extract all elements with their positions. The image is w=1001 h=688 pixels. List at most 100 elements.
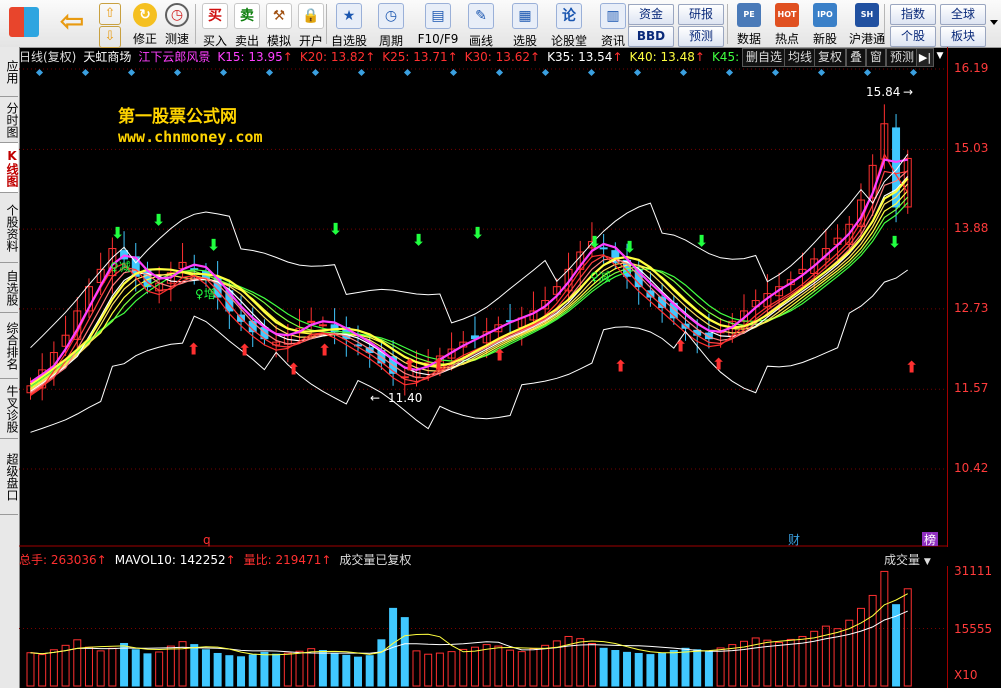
sector-button[interactable]: 板块 bbox=[940, 26, 986, 47]
toolbar-overflow-icon[interactable] bbox=[990, 20, 998, 25]
buy-signal-icon: ⬆ bbox=[187, 339, 200, 358]
collapse-panel-icon[interactable]: ▶| bbox=[916, 48, 934, 67]
forecast-button[interactable]: 预测 bbox=[678, 26, 724, 47]
back-button[interactable]: ⇦ bbox=[52, 2, 92, 46]
stock-name: 天虹商场 bbox=[83, 50, 132, 64]
tb-tool-button[interactable]: ▥ 资讯 bbox=[594, 2, 632, 48]
event-diamond-icon bbox=[817, 68, 826, 77]
event-diamond-icon bbox=[403, 68, 412, 77]
volume-bar bbox=[903, 588, 912, 687]
tb-trade-button[interactable]: 🔒 开户 bbox=[294, 2, 328, 48]
volume-tick: 31111 bbox=[954, 564, 993, 578]
up-arrow-icon: ↑ bbox=[694, 50, 705, 64]
tb-speedtest-button[interactable]: ◷ 测速 bbox=[160, 2, 194, 46]
global-button[interactable]: 全球 bbox=[940, 4, 986, 25]
volume-bar bbox=[49, 649, 58, 687]
ma-value-5: K40: 13.48↑ bbox=[630, 50, 705, 64]
event-diamond-icon bbox=[265, 68, 274, 77]
left-tab-6[interactable]: 牛叉诊股 bbox=[0, 379, 19, 439]
event-diamond-icon bbox=[725, 68, 734, 77]
left-tab-2[interactable]: K线图 bbox=[0, 143, 19, 193]
price-tick: 15.03 bbox=[954, 141, 989, 155]
volume-bar bbox=[447, 651, 456, 687]
volume-bar bbox=[611, 650, 620, 687]
sell-signal-icon: ⬇ bbox=[623, 237, 636, 256]
tb-trade-button[interactable]: 买买入 bbox=[198, 2, 232, 48]
buy-signal-icon: ⬆ bbox=[614, 356, 627, 375]
tb-trade-button[interactable]: ⚒ 模拟 bbox=[262, 2, 296, 48]
buy-signal-icon: ⬆ bbox=[403, 355, 416, 374]
toolbar-divider bbox=[727, 4, 728, 44]
header-dropdown-icon[interactable]: ▼ bbox=[934, 48, 946, 65]
stock-button[interactable]: 个股 bbox=[890, 26, 936, 47]
left-tab-7[interactable]: 超级盘口 bbox=[0, 439, 19, 515]
toolbar-divider bbox=[195, 4, 196, 44]
volume-bar bbox=[845, 619, 854, 687]
left-tab-5[interactable]: 综合排名 bbox=[0, 313, 19, 379]
candle-body bbox=[307, 320, 316, 323]
tb-app-button[interactable]: HOT 热点 bbox=[769, 2, 805, 46]
tb-app-button[interactable]: SH 沪港通 bbox=[845, 2, 889, 46]
header-button-1[interactable]: 均线 bbox=[784, 48, 817, 67]
up-arrow-icon: ↑ bbox=[530, 50, 541, 64]
windows-logo-icon bbox=[9, 7, 39, 37]
tb-tool-button[interactable]: 论论股堂 bbox=[550, 2, 588, 48]
volume-indicator-selector[interactable]: 成交量 ▼ bbox=[884, 551, 931, 571]
header-button-0[interactable]: 删自选 bbox=[742, 48, 787, 67]
tb-tool-label: 资讯 bbox=[600, 34, 625, 48]
candle-body bbox=[318, 324, 327, 327]
volume-chart[interactable] bbox=[19, 569, 947, 688]
up-arrow-icon: ↑ bbox=[282, 50, 293, 64]
tool-4-icon: ▦ bbox=[512, 3, 538, 29]
header-button-3[interactable]: 叠 bbox=[846, 48, 867, 67]
price-axis: 16.19 15.03 13.88 12.73 11.57 10.42 bbox=[947, 47, 1001, 547]
volume-axis: 31111 15555 X10 bbox=[947, 564, 1001, 688]
left-tab-3[interactable]: 个股资料 bbox=[0, 193, 19, 263]
tb-tool-button[interactable]: ★ 自选股 bbox=[330, 2, 368, 48]
tb-trade-button[interactable]: 卖卖出 bbox=[230, 2, 264, 48]
volume-bar bbox=[623, 651, 632, 687]
volume-stat-label: 量比: 219471 bbox=[243, 553, 322, 567]
fund-flow-button[interactable]: 资金 bbox=[628, 4, 674, 25]
header-button-2[interactable]: 复权 bbox=[814, 48, 847, 67]
back-arrow-icon: ⇦ bbox=[59, 4, 85, 39]
volume-bar bbox=[354, 656, 362, 687]
index-button[interactable]: 指数 bbox=[890, 4, 936, 25]
header-button-4[interactable]: 窗 bbox=[866, 48, 887, 67]
volume-bar bbox=[646, 654, 655, 687]
left-tab-4[interactable]: 自选股 bbox=[0, 263, 19, 313]
event-diamond-icon bbox=[357, 68, 366, 77]
ma-pink-line bbox=[29, 158, 908, 384]
research-report-button[interactable]: 研报 bbox=[678, 4, 724, 25]
tool-0-icon: ★ bbox=[336, 3, 362, 29]
tb-trade-label: 模拟 bbox=[266, 34, 291, 48]
volume-bar bbox=[120, 642, 129, 687]
tb-tool-button[interactable]: ▦ 选股 bbox=[506, 2, 544, 48]
up-button[interactable]: ⇧ ⇩ bbox=[98, 2, 122, 48]
tb-tool-label: 选股 bbox=[512, 34, 537, 48]
trade-1-icon: 卖 bbox=[234, 3, 260, 29]
tb-app-button[interactable]: IPO 新股 bbox=[807, 2, 843, 46]
kline-chart[interactable]: ⬇ ⬇ ⬇ ⬇ ⬇ ⬇ ⬇ ⬇ ⬇ ⬇ ⬆ ⬆ ⬆ ⬆ ⬆ ⬆ ⬆ ⬆ ⬆ ⬆ ⬆ 15.84 → ← 11.40 ♀减 ♀减 ♀增 q… bbox=[19, 66, 947, 548]
period-label[interactable]: 日线(复权) bbox=[19, 50, 76, 64]
tb-tool-button[interactable]: ▤ F10/F9 bbox=[416, 2, 460, 46]
ma-value-4: K35: 13.54↑ bbox=[547, 50, 622, 64]
bbd-button[interactable]: BBD bbox=[628, 26, 674, 47]
header-button-5[interactable]: 预测 bbox=[886, 48, 919, 67]
tb-app-button[interactable]: PE 数据 bbox=[731, 2, 767, 46]
volume-bar bbox=[166, 645, 175, 687]
left-tab-0[interactable]: 应用 bbox=[0, 47, 19, 97]
tb-tool-button[interactable]: ◷ 周期 bbox=[372, 2, 410, 48]
volume-bar bbox=[143, 653, 152, 687]
indicator-name[interactable]: 江下云郎风景 bbox=[138, 50, 210, 64]
tb-refresh-button[interactable]: ↻ 修正 bbox=[128, 2, 162, 46]
tb-tool-button[interactable]: ✎ 画线 bbox=[462, 2, 500, 48]
volume-bar bbox=[365, 655, 374, 687]
left-tab-1[interactable]: 分时图 bbox=[0, 97, 19, 143]
tb-tool-label: F10/F9 bbox=[417, 32, 459, 46]
sell-signal-icon: ⬇ bbox=[695, 231, 708, 250]
event-marker: 榜 bbox=[924, 532, 936, 547]
event-diamond-icon bbox=[587, 68, 596, 77]
app-logo[interactable] bbox=[4, 2, 44, 46]
volume-bar bbox=[225, 655, 234, 687]
